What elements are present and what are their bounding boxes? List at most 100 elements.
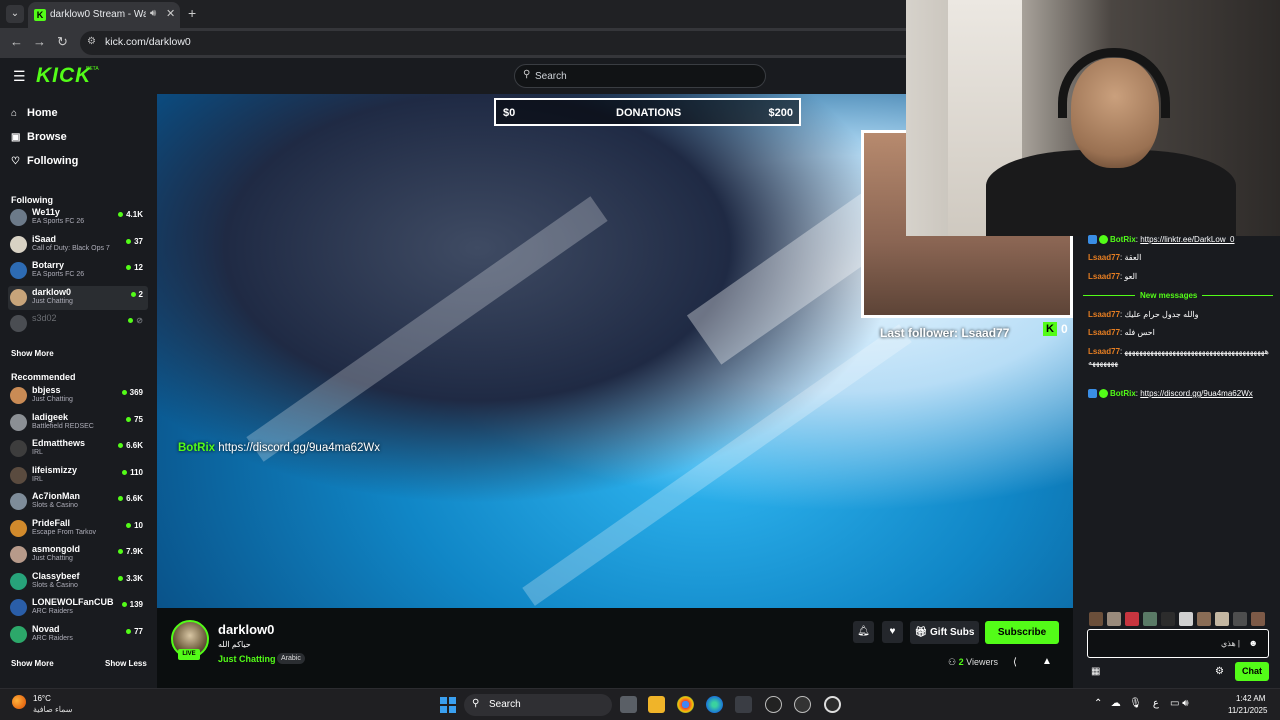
weather-icon[interactable] <box>12 695 26 709</box>
donations-overlay: $0 DONATIONS $200 <box>494 98 801 126</box>
notification-bell-icon[interactable]: 🔔︎ <box>853 621 874 643</box>
nav-following[interactable]: ♡ Following <box>11 155 78 167</box>
show-less-link[interactable]: Show Less <box>105 659 147 668</box>
site-info-icon[interactable]: ⚙ <box>87 36 96 47</box>
tab-close-icon[interactable]: ✕ <box>166 7 175 20</box>
chat-username[interactable]: Lsaad77 <box>1088 253 1120 262</box>
show-more-following-link[interactable]: Show More <box>11 349 54 358</box>
emoji-icon[interactable]: ☻ <box>1249 638 1258 648</box>
chevron-up-icon[interactable]: ⌃ <box>1094 698 1102 709</box>
sidebar-channel-item[interactable]: Classybeef Slots & Casino 3.3K <box>8 570 148 594</box>
sidebar-channel-item[interactable]: We11y EA Sports FC 26 4.1K <box>8 206 148 230</box>
viewer-count: ⚇ 2 Viewers <box>948 657 998 668</box>
report-icon[interactable]: ▲ <box>1042 656 1052 667</box>
steam-icon[interactable] <box>824 696 841 713</box>
sidebar-channel-item[interactable]: iSaad Call of Duty: Black Ops 7 37 <box>8 233 148 257</box>
clock-date[interactable]: 11/21/2025 <box>1228 706 1267 715</box>
nav-browse[interactable]: ▣ Browse <box>11 131 67 143</box>
chatter-avatars <box>1089 612 1271 626</box>
language-indicator[interactable]: ع <box>1153 698 1159 709</box>
volume-icon[interactable]: 🔊︎ <box>1182 698 1188 709</box>
nav-home[interactable]: ⌂ Home <box>11 107 58 119</box>
sidebar-channel-item[interactable]: ladigeek Battlefield REDSEC 75 <box>8 411 148 435</box>
sidebar-channel-item[interactable]: PrideFall Escape From Tarkov 10 <box>8 517 148 541</box>
cloud-icon[interactable]: ☁ <box>1111 698 1121 709</box>
back-arrow-icon[interactable]: ← <box>10 34 23 49</box>
chatter-avatar[interactable] <box>1197 612 1211 626</box>
url-field[interactable]: ⚙ kick.com/darklow0 <box>80 31 906 55</box>
bot-badge-icon <box>1088 235 1097 245</box>
chat-username[interactable]: BotRix <box>1110 389 1136 398</box>
channel-category: ARC Raiders <box>32 634 73 642</box>
streamer-name[interactable]: darklow0 <box>218 622 274 637</box>
edge-icon[interactable] <box>706 696 723 713</box>
sidebar-channel-item[interactable]: asmongold Just Chatting 7.9K <box>8 543 148 567</box>
kick-logo[interactable]: KICK <box>36 64 91 88</box>
forward-arrow-icon[interactable]: → <box>33 34 46 49</box>
browser-tab[interactable]: K darklow0 Stream - Watch L 🔊︎ ✕ <box>28 2 180 28</box>
chatter-avatar[interactable] <box>1251 612 1265 626</box>
sidebar-channel-item[interactable]: LONEWOLFanCUB ARC Raiders 139 <box>8 596 148 620</box>
clock-time[interactable]: 1:42 AM <box>1236 694 1265 703</box>
menu-icon[interactable]: ☰ <box>13 68 26 85</box>
channel-viewers: 139 <box>122 600 143 609</box>
windows-start-icon[interactable] <box>440 697 456 713</box>
store-icon[interactable] <box>735 696 752 713</box>
chat-text: احس فله <box>1124 328 1155 337</box>
chatter-avatar[interactable] <box>1215 612 1229 626</box>
chrome-icon[interactable] <box>677 696 694 713</box>
chat-message: Lsaad77: العو <box>1088 272 1138 281</box>
language-tag[interactable]: Arabic <box>277 653 305 664</box>
subscribe-button[interactable]: Subscribe <box>985 621 1059 644</box>
file-explorer-icon[interactable] <box>648 696 665 713</box>
sidebar-channel-item[interactable]: bbjess Just Chatting 369 <box>8 384 148 408</box>
sidebar-channel-item[interactable]: darklow0 Just Chatting 2 <box>8 285 148 310</box>
tab-list-dropdown-icon[interactable]: ⌄ <box>6 5 24 23</box>
gear-icon[interactable]: ⚙ <box>1215 666 1224 677</box>
tab-audio-icon[interactable]: 🔊︎ <box>150 8 156 19</box>
chat-link[interactable]: https://discord.gg/9ua4ma62Wx <box>1140 389 1253 398</box>
chatter-avatar[interactable] <box>1125 612 1139 626</box>
chat-username[interactable]: Lsaad77 <box>1088 347 1120 356</box>
sidebar-channel-item[interactable]: Ac7ionMan Slots & Casino 6.6K <box>8 490 148 514</box>
chat-username[interactable]: Lsaad77 <box>1088 328 1120 337</box>
chat-username[interactable]: Lsaad77 <box>1088 272 1120 281</box>
bot-badge-icon <box>1088 389 1097 399</box>
sidebar-channel-item[interactable]: lifeismizzy IRL 110 <box>8 464 148 488</box>
follow-heart-icon[interactable]: ♥ <box>882 621 903 643</box>
chat-input[interactable]: هذي | ☻ <box>1087 629 1269 658</box>
app-icon[interactable] <box>765 696 782 713</box>
chat-gift-icon[interactable]: ▦ <box>1091 666 1100 677</box>
network-icon[interactable]: ▭ <box>1170 698 1179 709</box>
sidebar-channel-item[interactable]: Botarry EA Sports FC 26 12 <box>8 259 148 283</box>
chat-username[interactable]: BotRix <box>1110 235 1136 244</box>
search-input[interactable]: ⚲ Search <box>514 64 766 88</box>
mic-icon[interactable]: 🎙︎ <box>1129 698 1142 709</box>
sidebar-channel-item[interactable]: Novad ARC Raiders 77 <box>8 623 148 647</box>
reload-icon[interactable]: ↻ <box>57 34 68 50</box>
share-icon[interactable]: ⟨ <box>1013 657 1017 668</box>
channel-name: LONEWOLFanCUB <box>32 597 114 607</box>
chatter-avatar[interactable] <box>1161 612 1175 626</box>
system-tray[interactable]: ⌃ ☁ 🎙︎ ع ▭ 🔊︎ <box>1094 698 1189 709</box>
weather-temp[interactable]: 16°C <box>33 694 51 703</box>
chat-link[interactable]: https://linktr.ee/DarkLow_0 <box>1140 235 1234 244</box>
sidebar-channel-item[interactable]: s3d02 ⊘ <box>8 312 148 336</box>
sidebar-channel-item[interactable]: Edmatthews IRL 6.6K <box>8 437 148 461</box>
stream-category-link[interactable]: Just Chatting <box>218 654 276 664</box>
chatter-avatar[interactable] <box>1143 612 1157 626</box>
new-tab-button[interactable]: + <box>188 5 196 21</box>
chatter-avatar[interactable] <box>1089 612 1103 626</box>
obs-icon[interactable] <box>794 696 811 713</box>
gift-subs-button[interactable]: 🎁︎ Gift Subs <box>910 621 979 644</box>
channel-category: IRL <box>32 449 43 456</box>
chatter-avatar[interactable] <box>1233 612 1247 626</box>
task-view-icon[interactable] <box>620 696 637 713</box>
chat-send-button[interactable]: Chat <box>1235 662 1269 681</box>
chat-username[interactable]: Lsaad77 <box>1088 310 1120 319</box>
chatter-avatar[interactable] <box>1179 612 1193 626</box>
chatter-avatar[interactable] <box>1107 612 1121 626</box>
chat-text: العو <box>1124 272 1138 281</box>
show-more-recommended-link[interactable]: Show More <box>11 659 54 668</box>
taskbar-search[interactable]: ⚲ Search <box>464 694 612 716</box>
